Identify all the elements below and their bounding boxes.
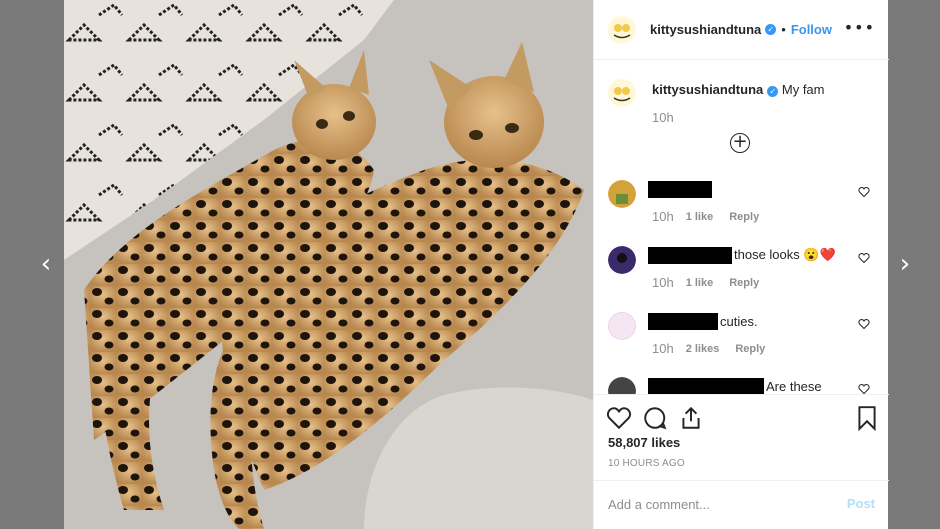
comment-input[interactable] [608, 494, 828, 514]
redacted-username [648, 377, 764, 394]
comment-text: cuties. [720, 313, 758, 329]
post-actions: 58,807 likes 10 HOURS AGO [594, 394, 889, 480]
heart-icon[interactable] [858, 383, 870, 394]
comment-text: Are these [766, 378, 822, 394]
reply-button[interactable]: Reply [729, 277, 759, 289]
comment-time: 10h [652, 209, 674, 224]
commenter-avatar[interactable] [608, 180, 636, 208]
previous-post-arrow[interactable]: ‹ [36, 250, 56, 278]
post-photo[interactable] [64, 0, 593, 529]
posted-time: 10 HOURS AGO [608, 458, 685, 469]
caption-time: 10h [652, 110, 674, 125]
verified-badge-icon: ✓ [765, 24, 777, 35]
comment-icon[interactable] [642, 405, 668, 431]
caption-text: My fam [781, 82, 825, 97]
redacted-username [648, 312, 718, 330]
add-comment-section: Post [594, 480, 889, 529]
redacted-username [648, 246, 732, 264]
bookmark-icon[interactable] [854, 405, 880, 431]
profile-avatar[interactable] [608, 15, 636, 44]
share-icon[interactable] [678, 405, 704, 431]
caption-avatar[interactable] [608, 79, 636, 107]
comment-likes[interactable]: 1 like [686, 277, 714, 289]
next-post-arrow[interactable]: › [895, 250, 915, 278]
comment-item: 10h 1 like Reply [608, 180, 878, 230]
serval-cats-image [64, 0, 593, 529]
comment-item: cuties. 10h 2 likes Reply [608, 312, 878, 362]
comment-likes[interactable]: 1 like [686, 211, 714, 223]
plus-circle-icon[interactable]: + [730, 133, 750, 153]
more-options-icon[interactable]: ••• [844, 18, 875, 37]
post-caption: kittysushiandtuna ✓ My fam [608, 79, 825, 107]
heart-icon[interactable] [858, 318, 870, 330]
post-username[interactable]: kittysushiandtuna [650, 22, 761, 37]
heart-icon[interactable] [858, 186, 870, 198]
post-detail-panel: kittysushiandtuna ✓ • Follow ••• kittysu… [593, 0, 889, 529]
separator-dot: • [781, 22, 786, 37]
reply-button[interactable]: Reply [735, 343, 765, 355]
redacted-username [648, 180, 712, 198]
post-header: kittysushiandtuna ✓ • Follow ••• [594, 0, 889, 60]
verified-badge-icon: ✓ [767, 86, 779, 97]
follow-button[interactable]: Follow [791, 22, 832, 37]
caption-username[interactable]: kittysushiandtuna [652, 82, 763, 97]
heart-icon[interactable] [858, 252, 870, 264]
likes-count[interactable]: 58,807 likes [608, 435, 680, 450]
comment-item: those looks 😮❤️ 10h 1 like Reply [608, 246, 878, 296]
comments-list[interactable]: kittysushiandtuna ✓ My fam 10h + 10h 1 lik… [594, 61, 889, 394]
comment-likes[interactable]: 2 likes [686, 343, 720, 355]
commenter-avatar[interactable] [608, 246, 636, 274]
post-comment-button[interactable]: Post [847, 496, 875, 511]
commenter-avatar[interactable] [608, 312, 636, 340]
comment-item: Are these [608, 377, 878, 394]
comment-time: 10h [652, 341, 674, 356]
heart-icon[interactable] [606, 405, 632, 431]
reply-button[interactable]: Reply [729, 211, 759, 223]
comment-text: those looks 😮❤️ [734, 247, 836, 262]
commenter-avatar[interactable] [608, 377, 636, 394]
comment-time: 10h [652, 275, 674, 290]
